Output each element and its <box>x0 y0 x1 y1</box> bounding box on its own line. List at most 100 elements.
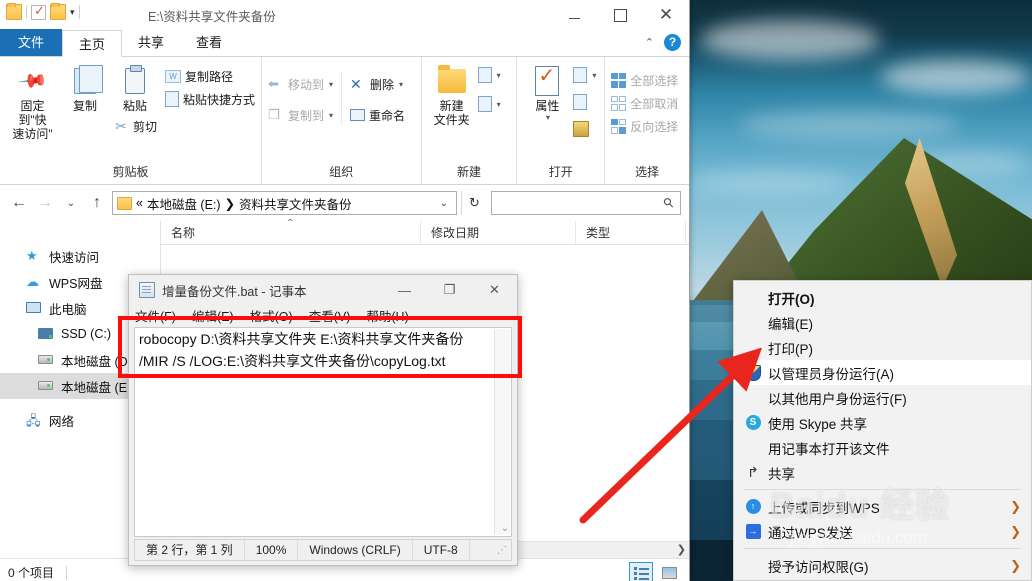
notepad-menu-bar: 文件(F) 编辑(E) 格式(O) 查看(V) 帮助(H) <box>129 305 517 326</box>
paste-shortcut-button[interactable]: 粘贴快捷方式 <box>164 89 255 109</box>
help-icon[interactable]: ? <box>664 34 681 51</box>
menu-item-upload-to-wps[interactable]: ↑ 上传或同步到WPS ❯ <box>734 494 1031 519</box>
collapse-ribbon-icon[interactable]: ⌃ <box>645 36 654 49</box>
notepad-maximize-button[interactable]: ❐ <box>427 275 472 305</box>
delete-label: 删除 <box>370 77 395 92</box>
properties-button[interactable]: 属性 ▾ <box>523 63 571 122</box>
rename-button[interactable]: 重命名 <box>350 105 405 125</box>
menu-item-print[interactable]: 打印(P) <box>734 335 1031 360</box>
chevron-down-icon[interactable]: ▾ <box>399 80 403 89</box>
easy-access-button[interactable]: ▾ <box>477 94 501 114</box>
invert-selection-button[interactable]: 反向选择 <box>611 116 678 136</box>
close-button[interactable]: ✕ <box>643 0 689 30</box>
menu-item-label: 授予访问权限(G) <box>768 559 869 575</box>
new-item-button[interactable]: ▾ <box>477 65 501 85</box>
menu-item-run-as-other-user[interactable]: 以其他用户身份运行(F) <box>734 385 1031 410</box>
maximize-button[interactable] <box>597 0 643 30</box>
notepad-status-bar: 第 2 行，第 1 列 100% Windows (CRLF) UTF-8 ⋰ <box>134 539 512 561</box>
copy-icon <box>73 63 103 99</box>
refresh-button[interactable]: ↻ <box>461 191 487 215</box>
paste-button[interactable]: 粘贴 ✂ 剪切 <box>111 63 159 136</box>
chevron-down-icon[interactable]: ▾ <box>70 7 75 18</box>
sidebar-item-quick-access[interactable]: ★ 快速访问 <box>0 243 160 269</box>
delete-button[interactable]: ✕ 删除 ▾ <box>350 74 405 94</box>
copy-path-button[interactable]: W 复制路径 <box>164 66 255 86</box>
copy-to-button[interactable]: ❐ 复制到 ▾ <box>268 105 333 125</box>
folder-icon[interactable] <box>6 3 22 20</box>
chevron-down-icon[interactable]: ▾ <box>592 71 596 80</box>
new-item-icon <box>477 67 492 83</box>
menu-edit[interactable]: 编辑(E) <box>192 306 234 325</box>
quick-access-toolbar: ▾ <box>6 3 80 20</box>
sort-indicator-icon: ⌃ <box>286 218 295 229</box>
new-folder-icon[interactable] <box>50 3 66 20</box>
open-with-button[interactable]: ▾ <box>573 65 596 85</box>
back-button[interactable]: ← <box>8 192 30 214</box>
menu-item-open[interactable]: 打开(O) <box>734 285 1031 310</box>
select-all-button[interactable]: 全部选择 <box>611 70 678 90</box>
history-icon <box>573 121 590 137</box>
menu-item-share[interactable]: ↱ 共享 <box>734 460 1031 485</box>
menu-view[interactable]: 查看(V) <box>309 306 351 325</box>
notepad-vertical-scrollbar[interactable] <box>494 329 510 535</box>
search-input[interactable]: ⚲ <box>491 191 681 215</box>
context-menu: 打开(O) 编辑(E) 打印(P) 以管理员身份运行(A) 以其他用户身份运行(… <box>733 280 1032 581</box>
notepad-window: 增量备份文件.bat - 记事本 — ❐ ✕ 文件(F) 编辑(E) 格式(O)… <box>128 274 518 566</box>
menu-item-run-as-administrator[interactable]: 以管理员身份运行(A) <box>734 360 1031 385</box>
address-input[interactable]: « 本地磁盘 (E:) ❯ 资料共享文件夹备份 ⌄ <box>112 191 457 215</box>
large-icons-view-icon <box>661 566 677 579</box>
easy-access-icon <box>477 96 492 112</box>
encoding-label: UTF-8 <box>413 540 470 560</box>
menu-item-share-with-skype[interactable]: S 使用 Skype 共享 <box>734 410 1031 435</box>
column-header-date[interactable]: 修改日期 <box>421 220 576 245</box>
tab-file[interactable]: 文件 <box>0 29 63 56</box>
breadcrumb-item-drive[interactable]: 本地磁盘 (E:) <box>147 194 221 213</box>
notepad-close-button[interactable]: ✕ <box>472 275 517 305</box>
address-dropdown-icon[interactable]: ⌄ <box>434 198 454 209</box>
tab-view[interactable]: 查看 <box>180 29 238 56</box>
minimize-button[interactable] <box>551 0 597 30</box>
select-all-label: 全部选择 <box>630 73 679 88</box>
copy-to-label: 复制到 <box>288 108 325 123</box>
notepad-minimize-button[interactable]: — <box>382 275 427 305</box>
move-to-label: 移动到 <box>288 77 325 92</box>
column-header-type[interactable]: 类型 <box>576 220 686 245</box>
menu-file[interactable]: 文件(F) <box>135 306 176 325</box>
breadcrumb-item-folder[interactable]: 资料共享文件夹备份 <box>239 194 352 213</box>
menu-item-open-with-notepad[interactable]: 用记事本打开该文件 <box>734 435 1031 460</box>
chevron-down-icon[interactable]: ▾ <box>329 111 333 120</box>
tab-share[interactable]: 共享 <box>122 29 180 56</box>
menu-item-send-via-wps[interactable]: → 通过WPS发送 ❯ <box>734 519 1031 544</box>
history-button[interactable] <box>573 119 596 139</box>
chevron-down-icon[interactable]: ▾ <box>546 113 550 122</box>
forward-button[interactable]: → <box>34 192 56 214</box>
breadcrumb-prefix[interactable]: « <box>136 196 143 210</box>
menu-item-label: 编辑(E) <box>768 316 813 332</box>
menu-help[interactable]: 帮助(H) <box>366 306 408 325</box>
new-folder-button[interactable]: 新建 文件夹 <box>428 63 476 127</box>
details-view-button[interactable] <box>629 561 653 581</box>
move-to-button[interactable]: ⬅ 移动到 ▾ <box>268 74 333 94</box>
menu-item-grant-access[interactable]: 授予访问权限(G) ❯ <box>734 553 1031 578</box>
menu-item-edit[interactable]: 编辑(E) <box>734 310 1031 335</box>
copy-button[interactable]: 复制 <box>61 63 109 113</box>
cut-button[interactable]: ✂ 剪切 <box>113 116 157 136</box>
large-icons-view-button[interactable] <box>657 562 681 581</box>
edit-button[interactable] <box>573 92 596 112</box>
tab-home[interactable]: 主页 <box>62 30 123 57</box>
notepad-text-area[interactable]: robocopy D:\资料共享文件夹 E:\资料共享文件夹备份 /MIR /S… <box>134 327 512 537</box>
pin-to-quick-access-button[interactable]: 📌 固定到"快 速访问" <box>6 63 59 141</box>
sidebar-item-label: SSD (C:) <box>61 327 111 341</box>
chevron-down-icon[interactable]: ▾ <box>329 80 333 89</box>
chevron-down-icon[interactable]: ▾ <box>497 100 501 109</box>
chevron-down-icon[interactable]: ▾ <box>497 71 501 80</box>
select-none-button[interactable]: 全部取消 <box>611 93 678 113</box>
resize-grip-icon[interactable]: ⋰ <box>497 545 511 556</box>
up-button[interactable]: ↑ <box>86 192 108 214</box>
menu-format[interactable]: 格式(O) <box>250 306 293 325</box>
menu-item-label: 通过WPS发送 <box>768 525 853 541</box>
scroll-down-icon[interactable]: ⌄ <box>501 523 509 534</box>
scroll-right-icon[interactable]: ❯ <box>677 543 686 556</box>
properties-check-icon[interactable] <box>31 3 46 20</box>
recent-locations-button[interactable]: ⌄ <box>60 192 82 214</box>
